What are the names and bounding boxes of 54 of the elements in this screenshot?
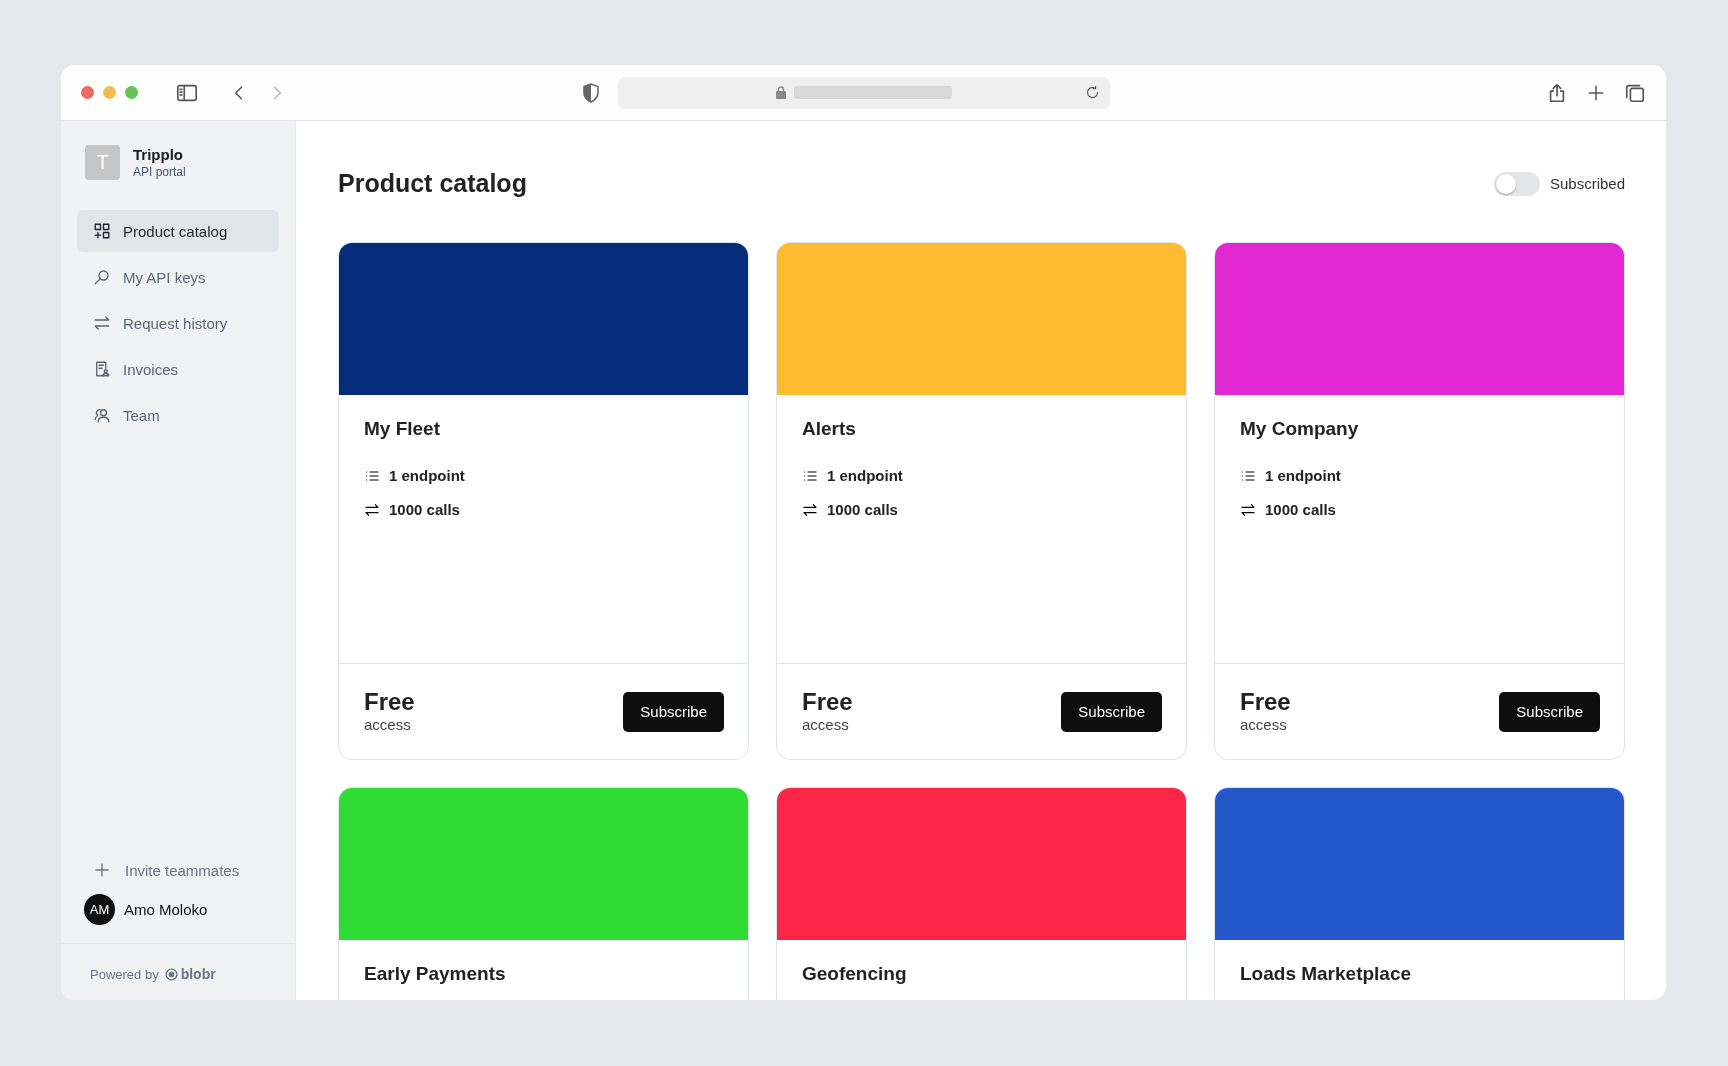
call-count: 1000 calls (1265, 501, 1336, 518)
product-title: Geofencing (801, 962, 908, 985)
page-title: Product catalog (338, 169, 527, 198)
org-logo: T (85, 145, 120, 180)
sidebar-item[interactable]: Invoices (77, 348, 279, 390)
price-note: access (1240, 716, 1288, 733)
price-note: access (364, 716, 412, 733)
shield-icon (582, 82, 600, 103)
endpoint-count: 1 endpoint (1265, 467, 1341, 484)
brand-logo-icon (164, 967, 178, 981)
transfer-icon (93, 314, 111, 332)
org-name: Tripplo (133, 146, 184, 163)
subscribe-button[interactable]: Subscribe (623, 691, 724, 732)
transfer-icon (802, 501, 818, 518)
invoice-icon (93, 360, 111, 378)
endpoint-count: 1 endpoint (389, 467, 465, 484)
privacy-shield-button[interactable] (582, 82, 600, 103)
brand-name: blobr (180, 966, 216, 982)
transfer-icon (1240, 501, 1256, 518)
lock-icon (776, 86, 786, 99)
plus-icon (93, 861, 111, 879)
user-avatar: AM (84, 894, 115, 925)
subscribe-button[interactable]: Subscribe (1499, 691, 1600, 732)
org-subtitle: API portal (133, 165, 186, 179)
zoom-window-button[interactable] (125, 86, 138, 99)
product-title: Early Payments (363, 962, 507, 985)
price-label: Free (364, 690, 415, 714)
call-count: 1000 calls (827, 501, 898, 518)
product-title: Alerts (801, 417, 857, 440)
close-window-button[interactable] (81, 86, 94, 99)
subscribe-button[interactable]: Subscribe (1061, 691, 1162, 732)
sidebar-item[interactable]: Team (77, 394, 279, 436)
reload-button[interactable] (1085, 85, 1100, 100)
sidebar-item[interactable]: My API keys (77, 256, 279, 298)
product-title: My Fleet (363, 417, 442, 440)
toggle-label: Subscribed (1549, 175, 1625, 192)
sidebar-item[interactable]: Product catalog (77, 210, 279, 252)
price-label: Free (1240, 690, 1291, 714)
invite-teammates-link[interactable]: Invite teammates (61, 850, 295, 890)
product-title: Loads Marketplace (1239, 962, 1413, 985)
team-icon (93, 406, 111, 424)
user-name: Amo Moloko (124, 901, 208, 918)
subscribed-toggle[interactable] (1493, 171, 1540, 196)
magnifier-icon (93, 268, 111, 286)
transfer-icon (364, 501, 380, 518)
grid-icon (93, 222, 111, 240)
sidebar-item[interactable]: Request history (77, 302, 279, 344)
product-title: My Company (1239, 417, 1360, 440)
price-label: Free (802, 690, 853, 714)
price-note: access (802, 716, 850, 733)
powered-by-text: Powered by (90, 966, 159, 982)
reload-icon (1085, 85, 1100, 100)
call-count: 1000 calls (389, 501, 460, 518)
endpoint-count: 1 endpoint (827, 467, 903, 484)
